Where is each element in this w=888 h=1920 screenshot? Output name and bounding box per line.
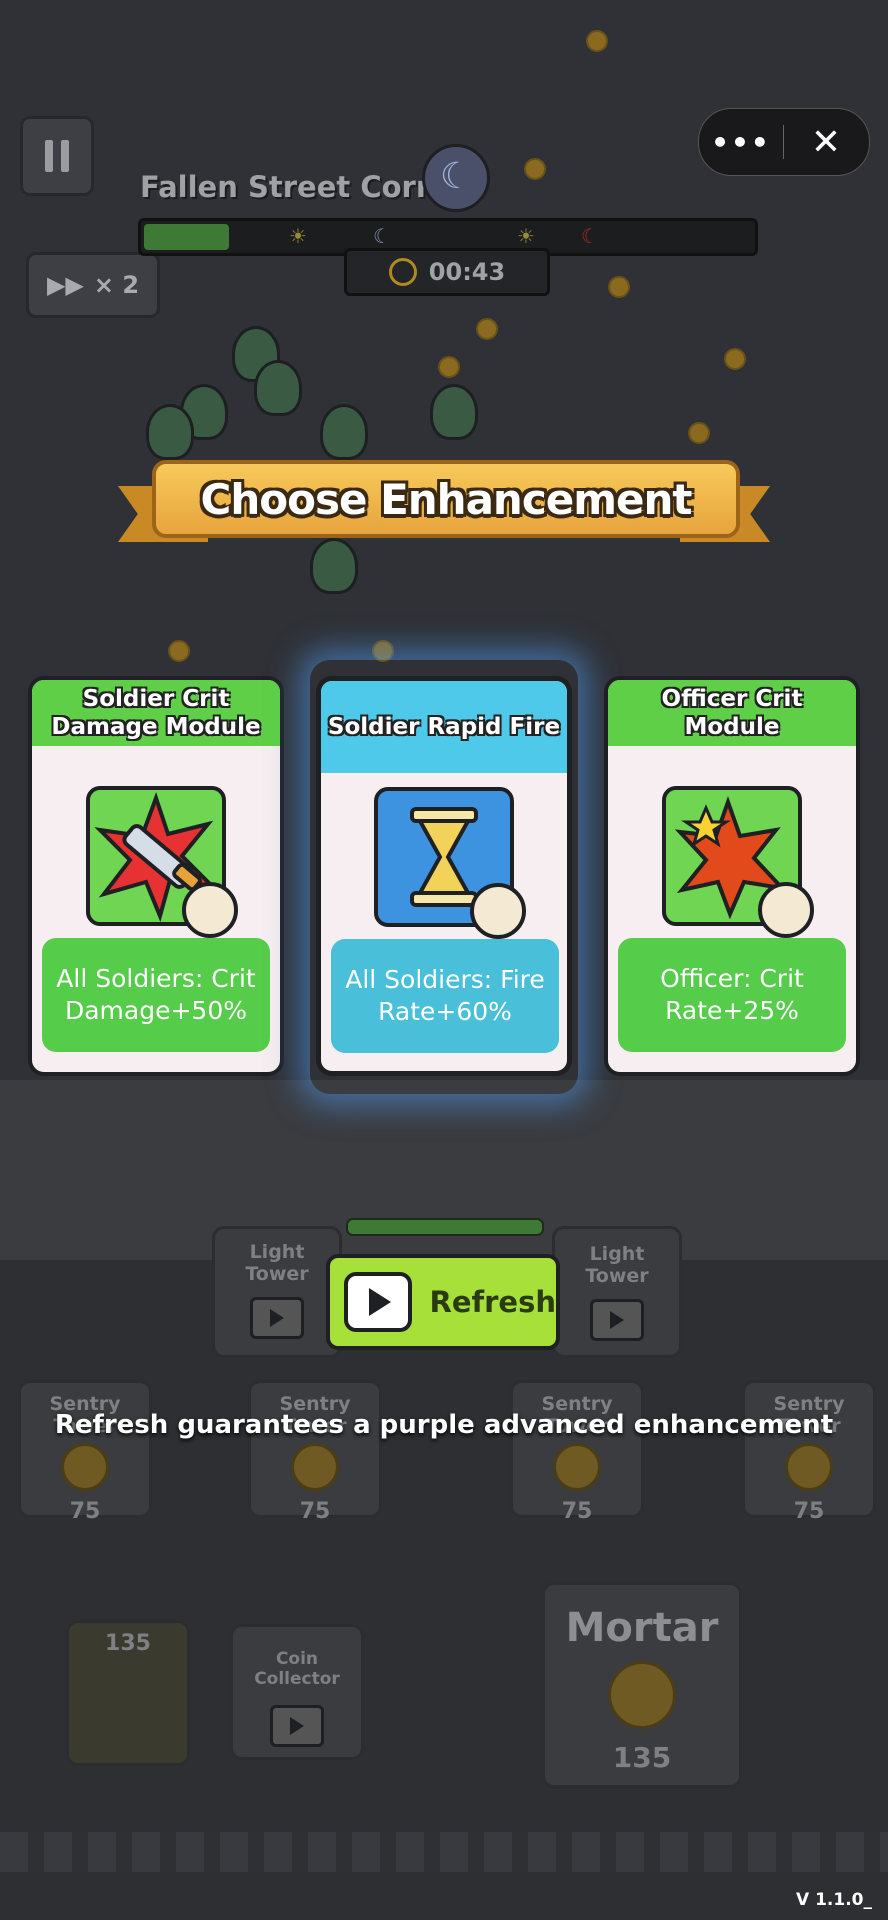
zombie-enemy: [254, 360, 302, 416]
enhancement-card-rapid-fire[interactable]: Soldier Rapid Fire All Soldiers: Fire Ra…: [316, 676, 572, 1076]
officer-icon: [758, 882, 814, 938]
moon-marker-icon: ☾: [373, 224, 391, 248]
zombie-enemy: [430, 384, 478, 440]
sentry-tower-slot[interactable]: Sentry Tower 75: [742, 1380, 876, 1524]
more-icon[interactable]: •••: [699, 126, 783, 159]
light-tower-slot-left[interactable]: Light Tower: [212, 1226, 342, 1358]
card-title: Soldier Rapid Fire: [327, 714, 561, 740]
sun-marker-icon: ☀: [289, 224, 307, 248]
pause-button[interactable]: [20, 116, 94, 196]
card-description: All Soldiers: Fire Rate+60%: [331, 939, 559, 1053]
zombie-enemy: [146, 404, 194, 460]
refresh-progress-bar: [346, 1218, 544, 1236]
video-ad-icon: [250, 1297, 304, 1339]
timer-value: 00:43: [428, 258, 506, 286]
sun-marker-icon: ☀: [517, 224, 535, 248]
banner-title: Choose Enhancement: [200, 474, 693, 524]
stopwatch-icon: [388, 258, 417, 286]
pause-icon: [45, 140, 53, 172]
mortar-slot[interactable]: Mortar 135: [542, 1582, 742, 1788]
card-title: Officer Crit Module: [661, 686, 803, 740]
sword-burst-icon: [86, 786, 238, 938]
wave-progress-fill: [144, 224, 230, 250]
card-header: Officer Crit Module: [608, 680, 856, 746]
card-title: Soldier Crit Damage Module: [51, 686, 261, 740]
sentry-tower-slot[interactable]: Sentry Tower 75: [18, 1380, 152, 1524]
level-name: Fallen Street Corner: [140, 170, 471, 204]
enhancement-card-officer-crit[interactable]: Officer Crit Module Officer: Crit Rate+2…: [604, 676, 860, 1076]
mini-program-capsule: ••• ✕: [698, 108, 870, 176]
coin-drop: [524, 158, 546, 180]
speed-label: × 2: [93, 271, 140, 299]
card-description: All Soldiers: Crit Damage+50%: [42, 938, 270, 1052]
choose-enhancement-banner: Choose Enhancement: [152, 460, 740, 538]
soldiers-group-icon: [470, 883, 526, 939]
sentry-tower-slot[interactable]: Sentry Tower 75: [510, 1380, 644, 1524]
coin-collector-slot[interactable]: Coin Collector: [230, 1624, 364, 1760]
coin-drop: [168, 640, 190, 662]
coin-drop: [586, 30, 608, 52]
sentry-tower-slot[interactable]: Sentry Tower 75: [248, 1380, 382, 1524]
speed-toggle-button[interactable]: ▶▶ × 2: [26, 252, 160, 318]
light-tower-slot-right[interactable]: Light Tower: [552, 1226, 682, 1358]
refresh-label: Refresh: [429, 1285, 557, 1319]
version-label: V 1.1.0_: [796, 1890, 872, 1910]
coin-drop: [438, 356, 460, 378]
video-play-icon: [344, 1272, 412, 1332]
enhancement-card-crit-damage[interactable]: Soldier Crit Damage Module All Soldiers:…: [28, 676, 284, 1076]
soldiers-group-icon: [182, 882, 238, 938]
bottom-barbed-wire-fence: [0, 1832, 888, 1872]
coin-icon: [608, 1661, 676, 1729]
wave-timer: 00:43: [344, 248, 550, 296]
coin-icon: [553, 1443, 601, 1491]
video-ad-icon: [590, 1299, 644, 1341]
refresh-button[interactable]: Refresh: [326, 1254, 560, 1350]
card-description: Officer: Crit Rate+25%: [618, 938, 846, 1052]
coin-icon: [61, 1443, 109, 1491]
base-area-background: [0, 1260, 888, 1920]
coin-icon: [291, 1443, 339, 1491]
card-header: Soldier Crit Damage Module: [32, 680, 280, 746]
night-moon-icon: ☾: [422, 144, 490, 212]
coin-drop: [608, 276, 630, 298]
tank-turret[interactable]: 135: [66, 1620, 190, 1766]
boss-marker-icon: ☾: [581, 224, 599, 248]
zombie-enemy: [320, 404, 368, 460]
explosion-star-icon: [662, 786, 814, 938]
coin-drop: [688, 422, 710, 444]
close-icon[interactable]: ✕: [784, 122, 868, 163]
card-header: Soldier Rapid Fire: [321, 681, 567, 773]
coin-drop: [372, 640, 394, 662]
coin-drop: [476, 318, 498, 340]
fast-forward-icon: ▶▶: [46, 271, 84, 299]
coin-icon: [785, 1443, 833, 1491]
video-ad-icon: [270, 1705, 324, 1747]
coin-drop: [724, 348, 746, 370]
zombie-enemy: [310, 538, 358, 594]
refresh-hint-text: Refresh guarantees a purple advanced enh…: [54, 1410, 834, 1440]
hourglass-icon: [374, 787, 526, 939]
